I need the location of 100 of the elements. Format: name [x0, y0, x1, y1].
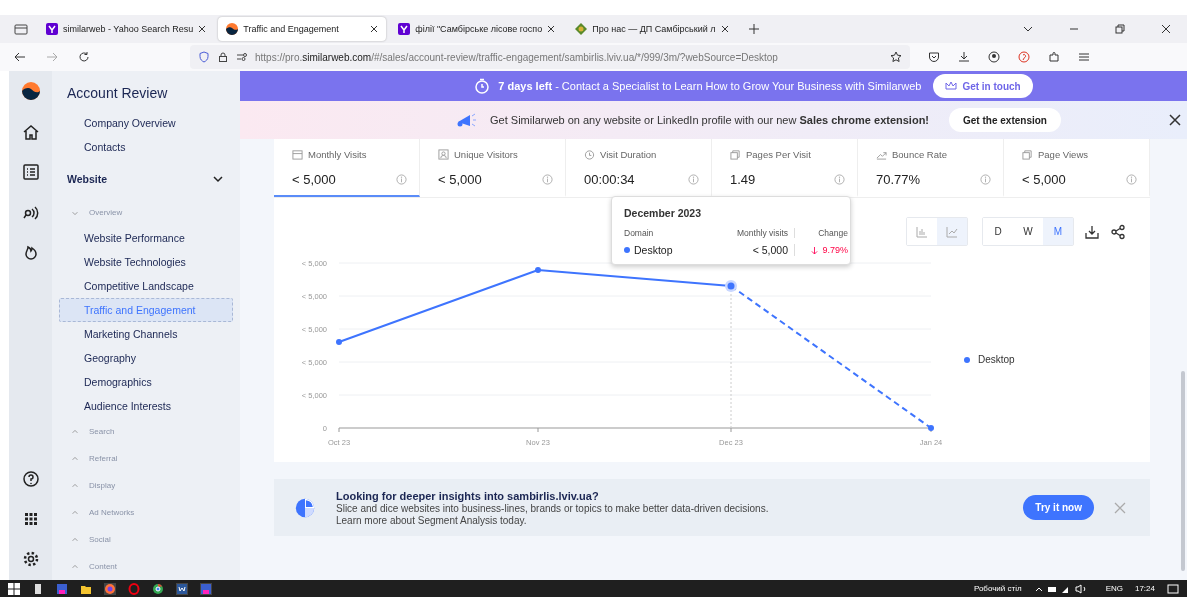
tooltip-title: December 2023 [624, 207, 703, 219]
crown-icon [945, 81, 958, 91]
metric-value: 1.49 [730, 172, 756, 187]
promo-text: Learn more about Segment Analysis today. [336, 514, 528, 526]
sidebar-section[interactable]: Website [59, 159, 233, 199]
bar-chart-icon [916, 225, 928, 238]
opera-icon[interactable] [128, 582, 140, 595]
home-icon[interactable] [21, 123, 40, 141]
puzzle-icon[interactable] [1048, 51, 1060, 63]
close-icon[interactable] [547, 25, 556, 33]
scrollbar[interactable] [1181, 371, 1185, 571]
pocket-icon[interactable] [928, 51, 940, 63]
close-icon[interactable] [370, 25, 379, 33]
close-icon[interactable] [1161, 24, 1171, 34]
account-icon[interactable] [988, 51, 1000, 63]
metric-value: < 5,000 [1022, 172, 1066, 187]
download-icon[interactable] [1084, 223, 1100, 240]
metric-tab[interactable]: Bounce Rate 70.77% [858, 139, 1004, 197]
notification-icon[interactable] [1167, 582, 1179, 595]
share-icon[interactable] [1110, 223, 1126, 240]
tooltip-value: < 5,000 [751, 244, 789, 256]
browser-tab[interactable]: Traffic and Engagement [218, 17, 387, 41]
close-icon[interactable] [198, 25, 207, 33]
new-tab-icon[interactable] [748, 24, 759, 34]
tooltip-header: Change [794, 228, 854, 238]
desktop-label[interactable]: Робочий стіл [973, 584, 1022, 593]
calculator-icon[interactable] [32, 582, 44, 595]
granularity-button[interactable]: M [1043, 218, 1073, 245]
metric-label: Unique Visitors [454, 149, 518, 160]
language-indicator[interactable]: ENG [1105, 584, 1123, 593]
metric-label: Bounce Rate [892, 149, 947, 160]
metric-tab[interactable]: Monthly Visits < 5,000 [274, 139, 420, 197]
floppy-icon[interactable] [200, 582, 212, 595]
floppy-icon[interactable] [56, 582, 68, 595]
pages-icon [1022, 149, 1033, 160]
metric-label: Page Views [1038, 149, 1088, 160]
menu-icon[interactable] [1078, 51, 1090, 63]
try-it-now-button[interactable]: Try it now [1023, 495, 1094, 520]
browser-tab[interactable]: Про нас — ДП Самбірський л [567, 17, 737, 41]
clock[interactable]: 17:24 [1134, 584, 1155, 593]
help-icon[interactable] [21, 470, 40, 488]
extension-icon[interactable] [1018, 51, 1030, 63]
restore-icon[interactable] [1115, 24, 1125, 34]
sidebar-item[interactable]: Company Overview [59, 111, 233, 135]
sidebar-item[interactable]: Marketing Channels [59, 322, 233, 346]
close-icon[interactable] [720, 25, 729, 33]
firefox-icon[interactable] [104, 582, 116, 595]
word-icon[interactable] [176, 582, 188, 595]
back-icon[interactable] [14, 51, 26, 63]
metric-label: Pages Per Visit [746, 149, 811, 160]
tooltip-header: Monthly visits [736, 228, 789, 238]
pages-icon [730, 149, 741, 160]
sidebar-title: Account Review [66, 84, 169, 103]
signal-icon[interactable] [21, 203, 40, 221]
yahoo-icon [398, 23, 411, 35]
sidebar-item[interactable]: Demographics [59, 370, 233, 394]
get-in-touch-button[interactable]: Get in touch [933, 74, 1033, 98]
browser-tab[interactable]: similarweb - Yahoo Search Resu [38, 17, 215, 41]
chrome-icon[interactable] [152, 582, 164, 595]
tooltip-change: 9.79% [822, 245, 848, 255]
get-extension-button[interactable]: Get the extension [949, 108, 1061, 132]
close-icon[interactable] [1169, 114, 1181, 126]
chevron-down-icon[interactable] [1023, 24, 1033, 34]
metric-value: < 5,000 [292, 172, 336, 187]
windows-start-icon[interactable] [8, 582, 20, 595]
megaphone-icon [456, 112, 479, 128]
logo-icon [226, 23, 239, 35]
extension-message: Get Similarweb on any website or LinkedIn profile with our new Sales chrome extension! [490, 114, 930, 126]
trial-message: 7 days left - Contact a Specialist to Learn How to Grow Your Business with Similarweb [498, 80, 922, 92]
chevron-icon [71, 454, 79, 463]
logo-icon[interactable] [20, 81, 41, 101]
sidebar-item[interactable]: Contacts [59, 135, 233, 159]
download-icon[interactable] [958, 51, 970, 63]
sidebar-item[interactable]: Audience Interests [59, 394, 233, 418]
promo-text: Slice and dice websites into business-lines, brands or topics to make better data-driven decisions. [336, 502, 770, 514]
person-icon [438, 149, 449, 160]
promo-title: Looking for deeper insights into sambirlis.lviv.ua? [336, 489, 600, 502]
sidebar-item[interactable]: Website Technologies [59, 250, 233, 274]
trend-icon [876, 149, 887, 160]
metric-tab[interactable]: Unique Visitors < 5,000 [420, 139, 566, 197]
tab-list-icon[interactable] [14, 23, 28, 35]
metric-label: Visit Duration [600, 149, 657, 160]
sidebar-item[interactable]: Website Performance [59, 226, 233, 250]
sidebar-item[interactable]: Competitive Landscape [59, 274, 233, 298]
shield-icon [198, 51, 210, 63]
list-icon[interactable] [21, 163, 40, 181]
browser-tab[interactable]: філії "Самбірське лісове госпо [390, 17, 564, 41]
address-bar[interactable]: https://pro.similarweb.com/#/sales/account-review/traffic-engagement/sambirlis.lviv.ua/*/999/3m/?webSource=Desktop [190, 45, 910, 69]
metric-value: 00:00:34 [584, 172, 635, 187]
chevron-icon [71, 481, 79, 490]
reload-icon[interactable] [78, 51, 90, 63]
metric-tab[interactable]: Page Views < 5,000 [1004, 139, 1150, 197]
metric-value: < 5,000 [438, 172, 482, 187]
line-chart-icon [946, 225, 958, 238]
metric-label: Monthly Visits [308, 149, 367, 160]
settings-icon[interactable] [21, 550, 40, 568]
chevron-icon [71, 562, 79, 571]
legend-dot [964, 356, 970, 363]
star-icon[interactable] [890, 51, 902, 63]
sidebar-item[interactable]: Geography [59, 346, 233, 370]
